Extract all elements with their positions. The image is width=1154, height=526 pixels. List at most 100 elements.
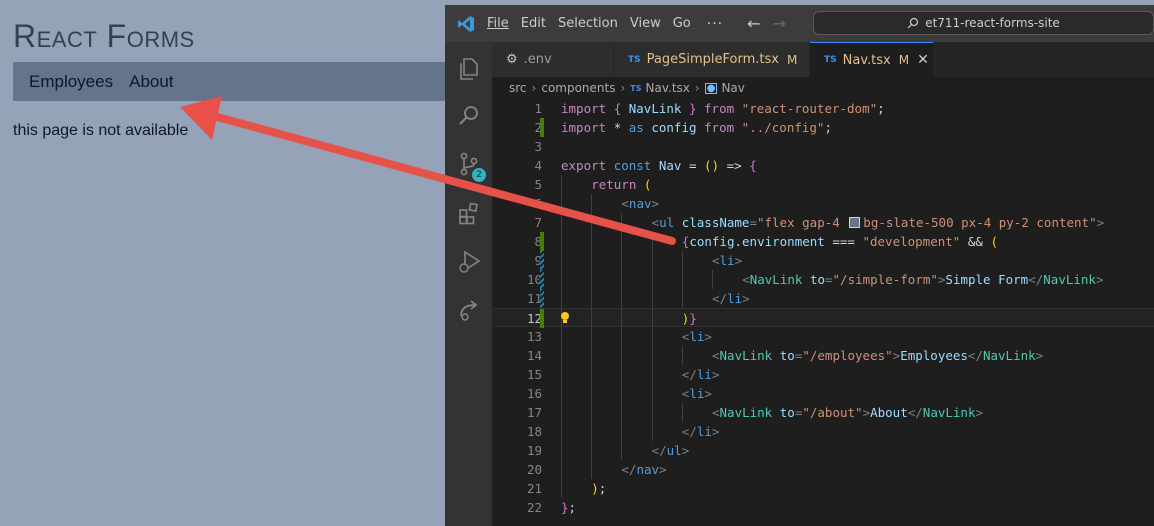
command-center-search[interactable]: et711-react-forms-site bbox=[813, 11, 1154, 35]
indent-guide bbox=[561, 479, 562, 498]
explorer-icon[interactable] bbox=[455, 54, 483, 82]
nav-link-about[interactable]: About bbox=[129, 72, 173, 92]
code-text: export const Nav = () => { bbox=[561, 158, 757, 173]
code-text: import { NavLink } from "react-router-do… bbox=[561, 101, 885, 116]
remote-share-icon[interactable] bbox=[455, 296, 483, 324]
code-line[interactable]: 5 return ( bbox=[492, 175, 1154, 194]
line-number: 10 bbox=[526, 272, 542, 287]
search-icon bbox=[907, 17, 919, 29]
git-modified-marker[interactable] bbox=[540, 251, 544, 270]
menu-view[interactable]: View bbox=[630, 16, 661, 31]
code-line[interactable]: 9 <li> bbox=[492, 251, 1154, 270]
code-line[interactable]: 22}; bbox=[492, 498, 1154, 517]
code-line[interactable]: 19 </ul> bbox=[492, 441, 1154, 460]
indent-guide bbox=[651, 270, 653, 289]
code-editor[interactable]: 1 import { NavLink } from "react-router-d… bbox=[492, 99, 1154, 526]
indent-guide bbox=[681, 403, 683, 422]
indent-guide bbox=[621, 403, 623, 422]
line-number: 18 bbox=[526, 424, 542, 439]
code-text: </li> bbox=[712, 291, 750, 306]
menu-selection[interactable]: Selection bbox=[558, 16, 618, 31]
indent-guide bbox=[561, 460, 562, 479]
workspace-name: et711-react-forms-site bbox=[925, 16, 1060, 30]
vscode-logo-icon bbox=[451, 5, 481, 42]
nav-link-employees[interactable]: Employees bbox=[29, 72, 113, 92]
git-modified-marker[interactable] bbox=[540, 270, 544, 289]
line-number: 3 bbox=[534, 139, 542, 154]
code-line[interactable]: 15 </li> bbox=[492, 365, 1154, 384]
line-number: 19 bbox=[526, 443, 542, 458]
app-title: React Forms bbox=[13, 18, 195, 54]
menu-edit[interactable]: Edit bbox=[521, 16, 546, 31]
tab-env[interactable]: ⚙ .env bbox=[492, 42, 614, 77]
indent-guide bbox=[651, 346, 653, 365]
forward-arrow-icon[interactable]: → bbox=[773, 14, 786, 33]
indent-guide bbox=[591, 270, 593, 289]
run-debug-icon[interactable] bbox=[455, 248, 483, 276]
code-line[interactable]: 2 import * as config from "../config"; bbox=[492, 118, 1154, 137]
code-line[interactable]: 8 {config.environment === "development" &… bbox=[492, 232, 1154, 251]
indent-guide bbox=[591, 251, 593, 270]
git-added-marker[interactable] bbox=[540, 232, 544, 251]
breadcrumb-components[interactable]: components bbox=[541, 81, 615, 95]
code-line[interactable]: 12)} bbox=[492, 308, 1154, 328]
line-number: 4 bbox=[534, 158, 542, 173]
line-number: 1 bbox=[534, 101, 542, 116]
indent-guide bbox=[591, 403, 593, 422]
git-modified-marker[interactable] bbox=[540, 289, 544, 308]
unavailable-message: this page is not available bbox=[13, 122, 189, 139]
tab-nav[interactable]: TS Nav.tsx M ✕ bbox=[810, 42, 934, 77]
code-line[interactable]: 17 <NavLink to="/about">About</NavLink> bbox=[492, 403, 1154, 422]
extensions-icon[interactable] bbox=[455, 200, 483, 228]
indent-guide bbox=[681, 289, 683, 308]
code-line[interactable]: 18 </li> bbox=[492, 422, 1154, 441]
tab-page-simple-form[interactable]: TS PageSimpleForm.tsx M bbox=[614, 42, 810, 77]
modified-indicator: M bbox=[786, 52, 798, 67]
close-icon[interactable]: ✕ bbox=[917, 52, 929, 68]
breadcrumb: src › components › TS Nav.tsx › ● Nav bbox=[492, 77, 1154, 99]
code-line[interactable]: 21); bbox=[492, 479, 1154, 498]
lightbulb-icon[interactable] bbox=[559, 311, 571, 325]
git-added-marker[interactable] bbox=[540, 118, 544, 137]
code-line[interactable]: 14 <NavLink to="/employees">Employees</Na… bbox=[492, 346, 1154, 365]
menu-file[interactable]: File bbox=[487, 16, 509, 31]
breadcrumb-file[interactable]: Nav.tsx bbox=[646, 81, 690, 95]
typescript-icon: TS bbox=[630, 83, 642, 93]
indent-guide bbox=[561, 270, 562, 289]
more-menu-icon[interactable]: ··· bbox=[707, 16, 723, 32]
code-line[interactable]: 10 <NavLink to="/simple-form">Simple Form… bbox=[492, 270, 1154, 289]
git-added-marker[interactable] bbox=[540, 309, 544, 328]
indent-guide bbox=[621, 309, 623, 328]
indent-guide bbox=[712, 270, 713, 289]
code-line[interactable]: 16 <li> bbox=[492, 384, 1154, 403]
code-line[interactable]: 7 <ul className="flex gap-4 bg-slate-500 … bbox=[492, 213, 1154, 232]
indent-guide bbox=[591, 232, 593, 251]
chevron-right-icon: › bbox=[531, 81, 537, 95]
code-line[interactable]: 6 <nav> bbox=[492, 194, 1154, 213]
code-line[interactable]: 3 bbox=[492, 137, 1154, 156]
code-line[interactable]: 1 import { NavLink } from "react-router-d… bbox=[492, 99, 1154, 118]
indent-guide bbox=[591, 460, 593, 479]
back-arrow-icon[interactable]: ← bbox=[747, 14, 760, 33]
indent-guide bbox=[621, 251, 623, 270]
code-line[interactable]: 4 export const Nav = () => { bbox=[492, 156, 1154, 175]
tab-label: Nav.tsx bbox=[842, 52, 891, 68]
indent-guide bbox=[561, 194, 562, 213]
symbol-variable-icon: ● bbox=[704, 82, 718, 94]
scm-count-badge: 2 bbox=[472, 168, 486, 182]
code-text: <li> bbox=[681, 329, 712, 344]
indent-guide bbox=[621, 346, 623, 365]
indent-guide bbox=[591, 365, 593, 384]
code-line[interactable]: 13 <li> bbox=[492, 327, 1154, 346]
line-number: 9 bbox=[534, 253, 542, 268]
code-text: </ul> bbox=[651, 443, 690, 458]
breadcrumb-symbol[interactable]: Nav bbox=[721, 81, 744, 95]
menu-go[interactable]: Go bbox=[673, 16, 691, 31]
breadcrumb-src[interactable]: src bbox=[509, 81, 527, 95]
code-line[interactable]: 11 </li> bbox=[492, 289, 1154, 308]
line-number: 17 bbox=[526, 405, 542, 420]
line-number: 13 bbox=[526, 329, 542, 344]
indent-guide bbox=[651, 384, 653, 403]
search-sidebar-icon[interactable] bbox=[455, 102, 483, 130]
code-line[interactable]: 20 </nav> bbox=[492, 460, 1154, 479]
